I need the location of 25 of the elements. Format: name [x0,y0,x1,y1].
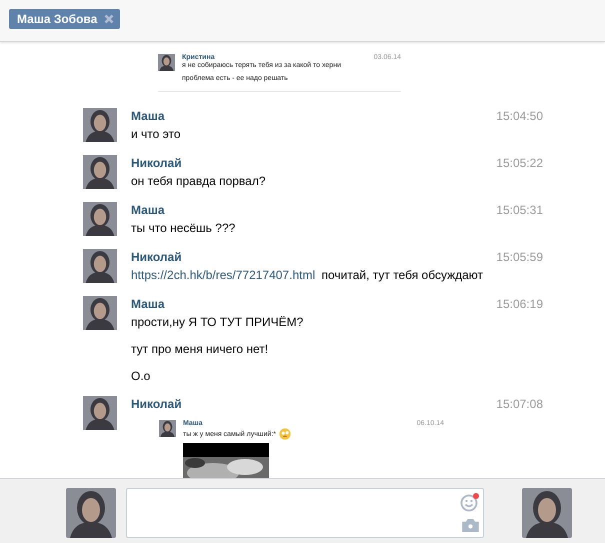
author-name[interactable]: Маша [131,109,164,123]
author-name[interactable]: Николай [131,156,182,170]
close-icon[interactable] [104,14,114,24]
message-time: 15:05:59 [496,250,543,264]
author-name[interactable]: Маша [131,297,164,311]
message-text: прости,ну Я ТО ТУТ ПРИЧЁМ? [131,315,304,329]
message-time: 15:04:50 [496,109,543,123]
message-text: почитай, тут тебя обсуждают [321,268,484,282]
message-time: 15:05:31 [496,203,543,217]
message-link[interactable]: https://2ch.hk/b/res/77217407.html [131,268,316,282]
message-time: 15:07:08 [496,397,543,411]
message-text: О.о [131,369,150,383]
message-time: 15:05:22 [496,156,543,170]
author-name[interactable]: Николай [131,397,182,411]
author-name[interactable]: Маша [131,203,164,217]
author-name[interactable]: Николай [131,250,182,264]
smiley-icon[interactable] [460,492,480,512]
message-input[interactable] [126,488,484,538]
message-time: 15:06:19 [496,297,543,311]
camera-icon[interactable] [462,519,478,532]
message-text: он тебя правда порвал? [131,174,266,188]
message-text: тут про меня ничего нет! [131,342,268,356]
message-text: и что это [131,127,181,141]
message-text: ты что несёшь ??? [131,221,236,235]
chat-tab[interactable]: Маша Зобова [9,9,120,29]
